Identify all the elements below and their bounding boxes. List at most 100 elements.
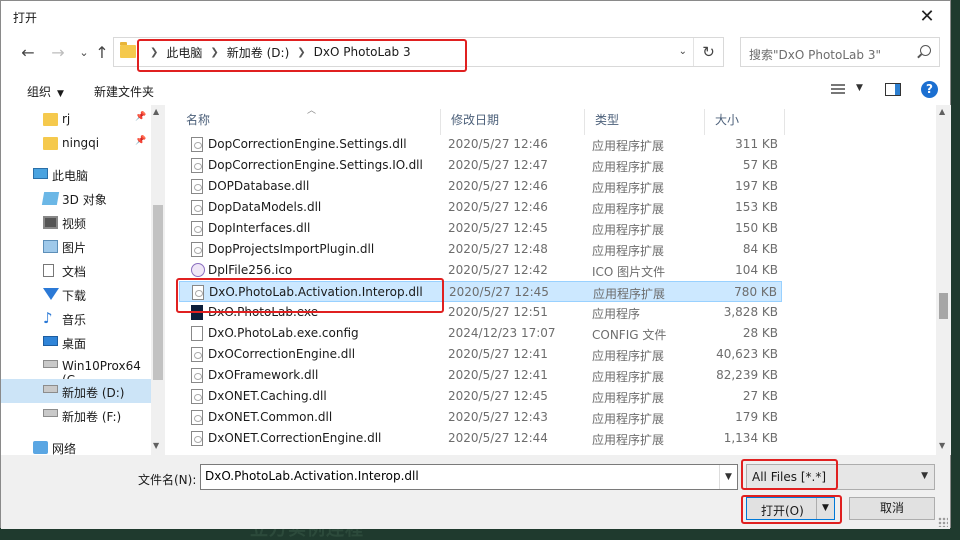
close-icon[interactable]: ✕: [904, 1, 950, 32]
sidebar-item[interactable]: 新加卷 (F:): [1, 403, 151, 427]
sidebar-item[interactable]: 下载: [1, 282, 151, 306]
pin-icon[interactable]: 📌: [135, 112, 146, 122]
sidebar-item-label: 桌面: [62, 337, 87, 351]
back-arrow-icon[interactable]: ←: [17, 41, 39, 63]
file-name: DopProjectsImportPlugin.dll: [208, 242, 375, 256]
file-type-select[interactable]: All Files [*.*] ▼: [746, 464, 935, 490]
scroll-down-icon[interactable]: ▼: [939, 441, 945, 450]
file-row[interactable]: DOPDatabase.dll 2020/5/27 12:46 应用程序扩展 197 …: [179, 176, 782, 197]
file-name: DopCorrectionEngine.Settings.dll: [208, 137, 407, 151]
organize-button[interactable]: 组织 ▼: [27, 83, 64, 100]
help-icon[interactable]: ?: [921, 81, 938, 98]
up-arrow-icon[interactable]: ↑: [91, 41, 113, 63]
new-folder-button[interactable]: 新建文件夹: [94, 83, 154, 100]
file-size: 1,134 KB: [723, 431, 778, 445]
file-date: 2024/12/23 17:07: [448, 326, 556, 340]
file-date: 2020/5/27 12:45: [449, 285, 549, 299]
file-name: DxO.PhotoLab.exe.config: [208, 326, 359, 340]
file-size: 84 KB: [742, 242, 778, 256]
breadcrumb-dxo-photolab[interactable]: DxO PhotoLab 3: [314, 45, 411, 59]
breadcrumb-this-pc[interactable]: 此电脑: [166, 44, 202, 61]
cancel-button[interactable]: 取消: [849, 497, 935, 520]
column-header-size[interactable]: 大小: [705, 109, 785, 135]
file-row[interactable]: DopCorrectionEngine.Settings.dll 2020/5/2…: [179, 134, 782, 155]
file-row[interactable]: DxONET.Common.dll 2020/5/27 12:43 应用程序扩展 17…: [179, 407, 782, 428]
sidebar-item[interactable]: 图片: [1, 234, 151, 258]
chevron-right-icon[interactable]: ❯: [210, 47, 218, 58]
sidebar-item[interactable]: 视频: [1, 210, 151, 234]
dll-file-icon: [191, 200, 203, 215]
nav-scrollbar[interactable]: ▲ ▼: [151, 105, 165, 455]
caret-down-icon[interactable]: ▼: [856, 83, 863, 93]
resize-grip-icon[interactable]: [938, 517, 948, 527]
sidebar-item[interactable]: Win10Prox64 (C: [1, 354, 151, 387]
sidebar-item-label: 新加卷 (D:): [62, 386, 125, 400]
file-row[interactable]: DxONET.CorrectionEngine.dll 2020/5/27 12:…: [179, 428, 782, 449]
file-row[interactable]: DxOFramework.dll 2020/5/27 12:41 应用程序扩展 82,…: [179, 365, 782, 386]
file-name: DxONET.CorrectionEngine.dll: [208, 431, 382, 445]
file-size: 27 KB: [742, 389, 778, 403]
pin-icon[interactable]: 📌: [135, 136, 146, 146]
sidebar-item[interactable]: 文档: [1, 258, 151, 282]
chevron-down-icon[interactable]: ⌄: [679, 46, 687, 57]
file-row[interactable]: DopInterfaces.dll 2020/5/27 12:45 应用程序扩展 15…: [179, 218, 782, 239]
filename-input[interactable]: [205, 469, 705, 483]
sidebar-item-label: 下载: [62, 289, 87, 303]
file-date: 2020/5/27 12:43: [448, 410, 548, 424]
sidebar-item[interactable]: 3D 对象: [1, 186, 151, 210]
file-row[interactable]: DxO.PhotoLab.exe.config 2024/12/23 17:07 C…: [179, 323, 782, 344]
open-options-dropdown-icon[interactable]: ▼: [816, 498, 834, 519]
file-row[interactable]: DplFile256.ico 2020/5/27 12:42 ICO 图片文件 104…: [179, 260, 782, 281]
file-row[interactable]: DopCorrectionEngine.Settings.IO.dll 2020/…: [179, 155, 782, 176]
file-size: 197 KB: [735, 179, 778, 193]
forward-arrow-icon[interactable]: →: [47, 41, 69, 63]
file-row[interactable]: DxO.PhotoLab.Activation.Interop.dll 2020/…: [179, 281, 782, 302]
chevron-down-icon[interactable]: ▼: [719, 465, 737, 489]
chevron-right-icon[interactable]: ❯: [150, 47, 158, 58]
sidebar-item[interactable]: 此电脑: [1, 162, 151, 186]
sidebar-item[interactable]: 网络: [1, 435, 151, 455]
breadcrumb-drive-d[interactable]: 新加卷 (D:): [227, 44, 289, 61]
sidebar-item[interactable]: 桌面: [1, 330, 151, 354]
view-options-icon[interactable]: [831, 84, 845, 96]
navigation-pane: rj 📌 ningqi 📌 此电脑 3D 对象 视频 图片 文档下载 ♪ 音乐桌面 Win10Prox…: [1, 105, 166, 455]
search-icon[interactable]: [920, 45, 931, 56]
scroll-down-icon[interactable]: ▼: [153, 441, 159, 450]
file-row[interactable]: DopDataModels.dll 2020/5/27 12:46 应用程序扩展 15…: [179, 197, 782, 218]
filename-field[interactable]: ▼: [200, 464, 738, 490]
file-type: 应用程序扩展: [592, 139, 665, 153]
address-bar[interactable]: ❯ 此电脑 ❯ 新加卷 (D:) ❯ DxO PhotoLab 3 ⌄ ↻: [113, 37, 724, 67]
file-size: 150 KB: [735, 221, 778, 235]
search-input[interactable]: 搜索"DxO PhotoLab 3": [740, 37, 940, 67]
open-file-dialog: 打开 ✕ ← → ⌄ ↑ ❯ 此电脑 ❯ 新加卷 (D:) ❯ DxO Phot…: [0, 0, 951, 529]
scroll-up-icon[interactable]: ▲: [153, 107, 159, 116]
column-header-name[interactable]: 名称: [176, 109, 441, 135]
file-list-scrollbar[interactable]: ▲ ▼: [936, 105, 951, 455]
file-row[interactable]: DxONET.Caching.dll 2020/5/27 12:45 应用程序扩展 2…: [179, 386, 782, 407]
sidebar-item[interactable]: ♪ 音乐: [1, 306, 151, 330]
column-header-type[interactable]: 类型: [585, 109, 705, 135]
toolbar: 组织 ▼ 新建文件夹: [1, 77, 950, 103]
open-button[interactable]: 打开(O) ▼: [746, 497, 835, 520]
preview-pane-icon[interactable]: [885, 83, 901, 96]
file-size: 3,828 KB: [723, 305, 778, 319]
chevron-right-icon[interactable]: ❯: [297, 47, 305, 58]
nav-scrollbar-thumb[interactable]: [153, 205, 163, 380]
file-row[interactable]: DxO.PhotoLab.exe 2020/5/27 12:51 应用程序 3,828…: [179, 302, 782, 323]
file-list: ︿ 名称 修改日期 类型 大小 DopCorrectionEngine.Sett…: [176, 105, 936, 455]
sidebar-item[interactable]: 新加卷 (D:): [1, 379, 151, 403]
dll-file-icon: [191, 158, 203, 173]
chevron-down-icon[interactable]: ▼: [921, 471, 928, 481]
file-type: 应用程序扩展: [592, 160, 665, 174]
refresh-icon[interactable]: ↻: [693, 38, 723, 66]
sidebar-item[interactable]: ningqi 📌: [1, 131, 151, 155]
folder-icon: [43, 137, 58, 150]
file-row[interactable]: DopProjectsImportPlugin.dll 2020/5/27 12:…: [179, 239, 782, 260]
scroll-up-icon[interactable]: ▲: [939, 107, 945, 116]
documents-icon: [43, 264, 54, 277]
column-header-date[interactable]: 修改日期: [441, 109, 585, 135]
file-row[interactable]: DxOCorrectionEngine.dll 2020/5/27 12:41 应用…: [179, 344, 782, 365]
file-list-scrollbar-thumb[interactable]: [939, 293, 948, 319]
dll-file-icon: [192, 285, 204, 300]
sidebar-item[interactable]: rj 📌: [1, 107, 151, 131]
